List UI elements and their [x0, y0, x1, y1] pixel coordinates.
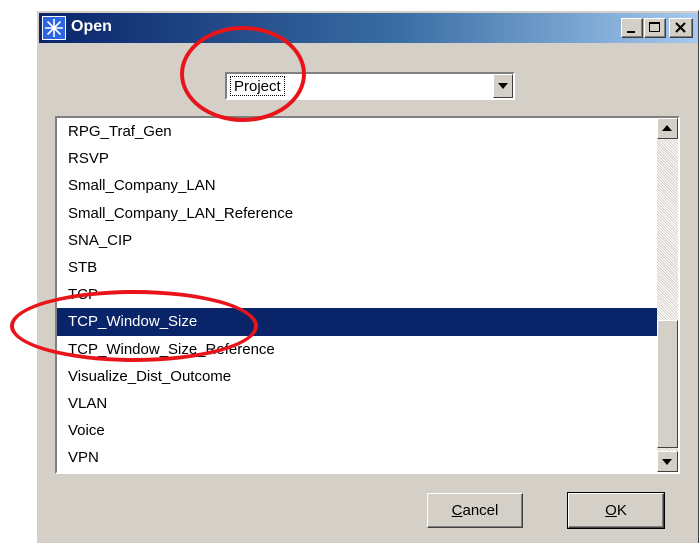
ok-label-rest: K	[616, 502, 627, 519]
list-item[interactable]: Visualize_Dist_Outcome	[57, 363, 657, 390]
arrow-up-icon	[662, 125, 672, 131]
ok-mnemonic: O	[605, 502, 617, 519]
scroll-thumb[interactable]	[657, 320, 678, 448]
close-button[interactable]	[669, 18, 693, 38]
cancel-button[interactable]: Cancel	[427, 493, 523, 528]
window-title: Open	[71, 18, 112, 35]
close-icon	[675, 22, 686, 33]
list-item[interactable]: STB	[57, 254, 657, 281]
title-bar[interactable]: Open	[39, 13, 698, 43]
app-star-icon	[42, 16, 66, 40]
arrow-down-icon	[662, 459, 672, 465]
scroll-down-button[interactable]	[657, 451, 678, 472]
chevron-down-icon	[498, 83, 508, 89]
list-item[interactable]: RPG_Traf_Gen	[57, 118, 657, 145]
list-item[interactable]: Small_Company_LAN	[57, 172, 657, 199]
highlight-ring-selected-item	[10, 290, 258, 362]
type-select-dropdown-button[interactable]	[493, 74, 513, 98]
list-item[interactable]: Small_Company_LAN_Reference	[57, 200, 657, 227]
minimize-button[interactable]	[621, 18, 643, 38]
cancel-label-rest: ancel	[462, 502, 499, 519]
highlight-ring-type-select	[180, 26, 306, 122]
cancel-mnemonic: C	[451, 502, 463, 519]
list-item[interactable]: Voice	[57, 417, 657, 444]
minimize-icon	[627, 31, 635, 33]
list-item[interactable]: VLAN	[57, 390, 657, 417]
ok-button[interactable]: OK	[567, 492, 665, 529]
open-dialog: Open Project RPG_Traf_Gen RSVP Small_Com…	[36, 10, 699, 543]
vertical-scrollbar[interactable]	[657, 118, 678, 472]
scroll-up-button[interactable]	[657, 118, 678, 139]
maximize-button[interactable]	[644, 18, 666, 38]
list-item[interactable]: SNA_CIP	[57, 227, 657, 254]
maximize-icon	[649, 22, 660, 32]
list-item[interactable]: RSVP	[57, 145, 657, 172]
list-item[interactable]: VPN	[57, 444, 657, 471]
